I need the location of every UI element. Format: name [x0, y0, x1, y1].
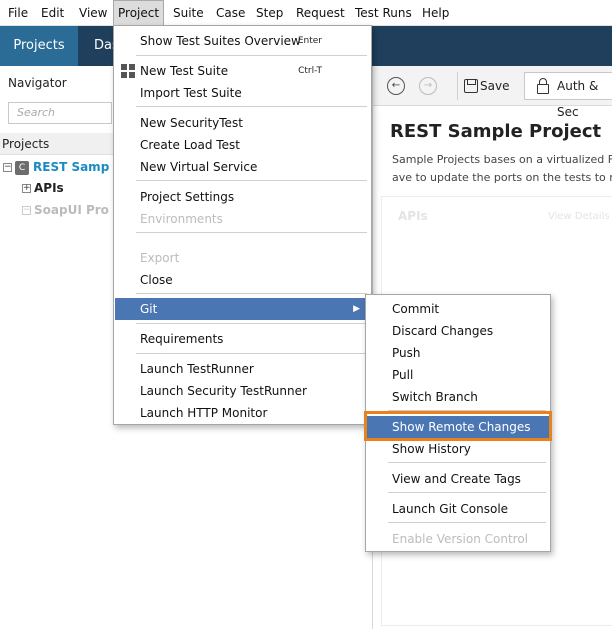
menu-item-launch-http-monitor[interactable]: Launch HTTP Monitor: [115, 402, 370, 424]
menu-item-new-test-suite[interactable]: New Test Suite Ctrl-T: [115, 60, 370, 82]
menu-item-show-test-suites-overview[interactable]: Show Test Suites Overview Enter: [115, 30, 370, 52]
menu-item-view-and-create-tags[interactable]: View and Create Tags: [367, 468, 549, 490]
menu-item-new-security-test[interactable]: New SecurityTest: [115, 112, 370, 134]
menu-separator: [136, 353, 367, 354]
tree-soapui-label: SoapUI Pro: [34, 203, 109, 217]
view-details-link[interactable]: View Details: [548, 211, 610, 222]
menu-item-close[interactable]: Close: [115, 269, 370, 291]
shortcut-label: Enter: [297, 36, 322, 46]
menu-view[interactable]: View: [75, 0, 111, 26]
description-line-2: ave to update the ports on the tests to …: [392, 171, 612, 184]
menu-file[interactable]: File: [4, 0, 32, 26]
tree-item-soapui[interactable]: − SoapUI Pro: [22, 200, 109, 220]
collapse-icon[interactable]: −: [3, 163, 12, 172]
menu-test-runs[interactable]: Test Runs: [351, 0, 416, 26]
highlight-callout: [364, 411, 552, 441]
menu-separator: [388, 522, 546, 523]
menu-separator: [388, 462, 546, 463]
shortcut-label: Ctrl-T: [298, 66, 322, 76]
auth-security-button[interactable]: Auth & Sec: [524, 72, 612, 119]
menu-item-requirements[interactable]: Requirements: [115, 328, 370, 350]
forward-arrow-icon[interactable]: →: [419, 77, 437, 95]
menu-item-label: New Test Suite: [140, 64, 229, 78]
lock-icon: [537, 78, 549, 94]
menu-item-show-history[interactable]: Show History: [367, 438, 549, 460]
menu-step[interactable]: Step: [252, 0, 287, 26]
menu-project[interactable]: Project: [113, 0, 165, 26]
submenu-arrow-icon: ▶: [353, 304, 360, 314]
grid-icon: [121, 64, 135, 78]
menu-item-import-test-suite[interactable]: Import Test Suite: [115, 82, 370, 104]
menu-separator: [136, 55, 367, 56]
menu-item-environments: Environments: [140, 212, 223, 226]
menu-separator: [136, 293, 367, 294]
menu-item-pull[interactable]: Pull: [367, 364, 549, 386]
tree-apis-label: APIs: [34, 181, 64, 195]
auth-label: Auth & Sec: [557, 79, 599, 119]
description-line-1: Sample Projects bases on a virtualized F: [392, 153, 612, 166]
back-arrow-icon[interactable]: ←: [387, 77, 405, 95]
menu-suite[interactable]: Suite: [169, 0, 208, 26]
project-title: REST Sample Project: [390, 121, 602, 142]
tab-projects[interactable]: Projects: [0, 26, 78, 66]
menu-item-discard-changes[interactable]: Discard Changes: [367, 320, 549, 342]
save-icon: [464, 79, 478, 93]
menu-edit[interactable]: Edit: [37, 0, 68, 26]
menu-help[interactable]: Help: [418, 0, 453, 26]
menu-bar: File Edit View Project Suite Case Step R…: [0, 0, 612, 26]
navigator-search-input[interactable]: Search: [8, 102, 112, 124]
menu-item-commit[interactable]: Commit: [367, 298, 549, 320]
menu-separator: [136, 323, 367, 324]
tree-item-apis[interactable]: + APIs: [22, 178, 64, 198]
navigator-projects-header: Projects: [0, 133, 116, 155]
navigator-panel: Navigator Search Projects − C REST Samp + A…: [0, 66, 116, 629]
menu-item-git[interactable]: Git ▶: [115, 298, 370, 320]
menu-item-export: Export: [140, 251, 180, 265]
expand-icon[interactable]: +: [22, 184, 31, 193]
menu-separator: [388, 492, 546, 493]
menu-item-create-load-test[interactable]: Create Load Test: [115, 134, 370, 156]
navigator-title: Navigator: [8, 76, 67, 90]
menu-request[interactable]: Request: [292, 0, 349, 26]
menu-separator: [136, 180, 367, 181]
project-description: Sample Projects bases on a virtualized F…: [392, 151, 612, 187]
menu-item-push[interactable]: Push: [367, 342, 549, 364]
menu-separator: [136, 106, 367, 107]
tree-item-project[interactable]: − C REST Samp: [3, 157, 109, 177]
tree-project-label: REST Samp: [33, 160, 110, 174]
menu-item-label: Show Test Suites Overview: [140, 34, 301, 48]
menu-item-new-virtual-service[interactable]: New Virtual Service: [115, 156, 370, 178]
menu-item-launch-testrunner[interactable]: Launch TestRunner: [115, 358, 370, 380]
menu-item-switch-branch[interactable]: Switch Branch: [367, 386, 549, 408]
menu-case[interactable]: Case: [212, 0, 249, 26]
menu-separator: [136, 232, 367, 233]
project-menu: Show Test Suites Overview Enter New Test…: [113, 25, 372, 425]
save-label: Save: [480, 79, 510, 93]
save-button[interactable]: Save: [457, 72, 519, 100]
menu-item-label: Git: [140, 302, 158, 316]
project-icon: C: [15, 160, 29, 175]
menu-item-enable-version-control: Enable Version Control: [392, 532, 529, 546]
apis-card-label: APIs: [398, 209, 428, 223]
menu-item-launch-security-testrunner[interactable]: Launch Security TestRunner: [115, 380, 370, 402]
menu-item-launch-git-console[interactable]: Launch Git Console: [367, 498, 549, 520]
expand-icon[interactable]: −: [22, 206, 31, 215]
project-toolbar: ← → Save Auth & Sec: [373, 66, 612, 119]
menu-item-project-settings[interactable]: Project Settings: [115, 186, 370, 208]
